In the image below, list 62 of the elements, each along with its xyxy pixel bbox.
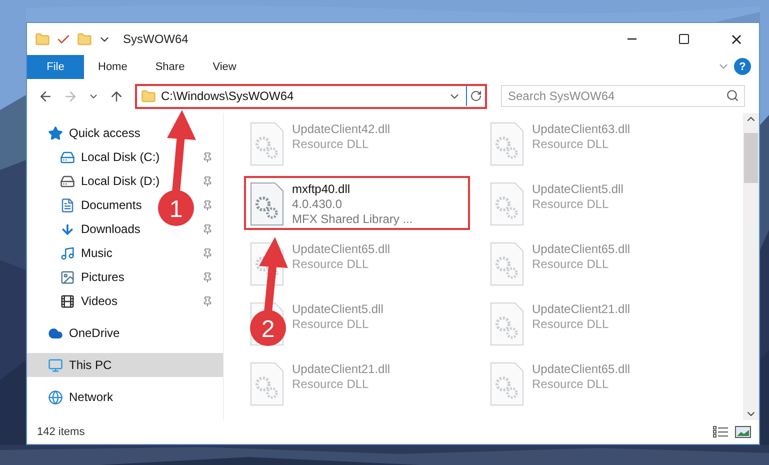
sidebar-item[interactable]: Pictures [60,270,124,284]
tiles-view-icon[interactable] [735,426,751,438]
file-detail: Resource DLL [292,377,370,392]
file-gear-icon [490,122,524,166]
sidebar-item[interactable]: Quick access [48,126,140,140]
forward-arrow-icon [63,88,78,104]
file-detail: Resource DLL [292,137,370,152]
file-detail: MFX Shared Library ... [292,212,413,227]
sidebar-item[interactable]: This PC [48,358,112,372]
scroll-thumb[interactable] [744,133,758,183]
address-field[interactable]: C:\Windows\SysWOW64 [135,84,487,108]
sidebar-item[interactable]: Local Disk (D:) [60,174,160,188]
ribbon-tab[interactable]: Home [84,55,142,79]
file-detail: 4.0.430.0 [292,197,344,212]
sidebar-item[interactable]: OneDrive [48,326,120,340]
help-button[interactable]: ? [734,58,751,75]
refresh-icon [470,90,482,102]
document-icon [60,198,75,212]
sidebar-item[interactable]: Videos [60,294,118,308]
cloud-icon [48,326,63,340]
file-gear-icon [250,182,284,226]
maximize-icon [678,33,690,45]
ribbon-tab[interactable]: View [198,55,250,79]
search-icon [726,89,739,102]
file-detail: Resource DLL [292,317,370,332]
file-tab[interactable]: File [27,55,84,79]
details-view-icon[interactable] [713,426,729,438]
file-gear-icon [490,362,524,406]
file-detail: Resource DLL [532,317,610,332]
file-gear-icon [490,182,524,226]
film-icon [60,294,75,308]
file-detail: Resource DLL [532,137,610,152]
file-detail: Resource DLL [532,197,610,212]
sidebar-item[interactable]: Local Disk (C:) [60,150,160,164]
item-count: 142 items [37,426,85,438]
file-detail: Resource DLL [532,377,610,392]
file-gear-icon [250,122,284,166]
sidebar-item[interactable]: Downloads [60,222,140,236]
ribbon-tab[interactable]: Share [141,55,199,79]
file-detail: Resource DLL [292,257,370,272]
sidebar-item[interactable]: Music [60,246,112,260]
picture-icon [60,270,75,284]
sidebar-item[interactable]: Network [48,390,114,404]
drive-icon [60,174,75,188]
address-path: C:\Windows\SysWOW64 [161,89,295,103]
search-field[interactable]: Search SysWOW64 [501,85,745,107]
file-gear-icon [490,302,524,346]
folder-icon [141,88,156,104]
file-gear-icon [490,242,524,286]
step-number: 2 [261,316,275,343]
network-icon [48,390,63,404]
monitor-icon [48,358,63,372]
file-name[interactable]: mxftp40.dll [292,182,413,197]
file-gear-icon [250,362,284,406]
star-icon [48,126,63,140]
sidebar-item[interactable]: Documents [60,198,142,212]
download-icon [60,222,75,236]
step-number: 1 [169,196,183,223]
window-title: SysWOW64 [123,32,188,46]
file-detail: Resource DLL [532,257,610,272]
music-note-icon [60,246,75,260]
drive-icon [60,150,75,164]
